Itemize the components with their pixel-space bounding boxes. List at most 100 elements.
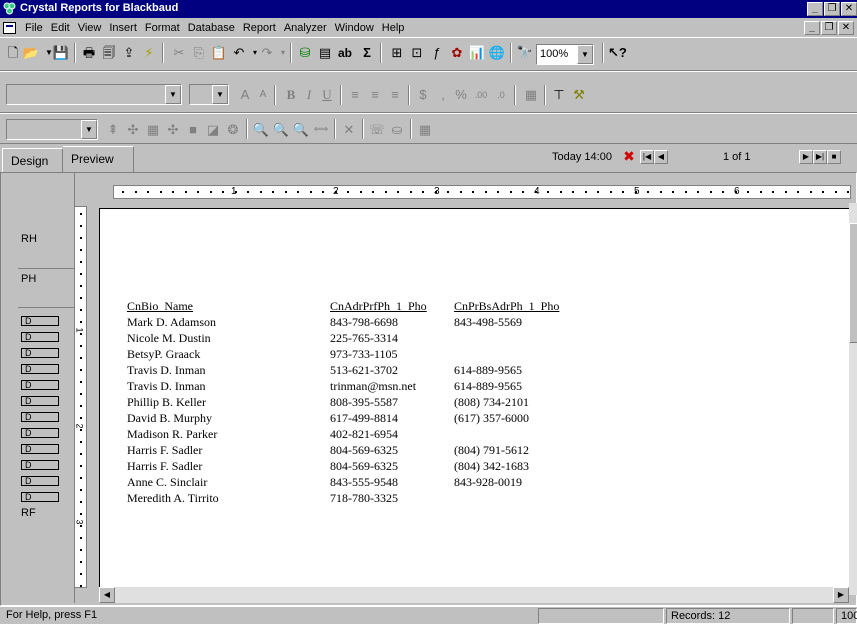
highlight-icon[interactable]: ✿ bbox=[448, 44, 466, 62]
map-icon[interactable]: 🌐 bbox=[488, 44, 506, 62]
detail-marker[interactable]: D bbox=[21, 444, 59, 454]
cell-name[interactable]: Travis D. Inman bbox=[127, 363, 206, 378]
table-row[interactable]: Harris F. Sadler 804-569-6325 (804) 791-56… bbox=[100, 443, 849, 459]
find-icon[interactable]: 🔭 bbox=[516, 44, 534, 62]
select-expert-icon[interactable]: ⊡ bbox=[408, 44, 426, 62]
chevron-down-icon[interactable]: ▼ bbox=[165, 85, 181, 104]
print-preview-icon[interactable]: 🗐 bbox=[100, 44, 118, 62]
detail-marker[interactable]: D bbox=[21, 428, 59, 438]
table-row[interactable]: Madison R. Parker 402-821-6954 bbox=[100, 427, 849, 443]
menu-view[interactable]: View bbox=[74, 22, 106, 34]
tree-icon[interactable]: ⊤ bbox=[550, 86, 568, 104]
print-icon[interactable]: 🖶 bbox=[80, 44, 98, 62]
chevron-down-icon[interactable]: ▼ bbox=[81, 120, 97, 139]
tab-preview[interactable]: Preview bbox=[63, 146, 134, 172]
zoom-out-icon[interactable]: 🔍 bbox=[292, 121, 310, 139]
cell-name[interactable]: Anne C. Sinclair bbox=[127, 475, 207, 490]
close-button[interactable]: ✕ bbox=[841, 2, 857, 16]
zoom-icon[interactable]: 🔍 bbox=[252, 121, 270, 139]
cell-preferred-phone[interactable]: 843-798-6698 bbox=[330, 315, 398, 330]
insert-crosstab-icon[interactable]: ▦ bbox=[144, 121, 162, 139]
cell-preferred-phone[interactable]: 843-555-9548 bbox=[330, 475, 398, 490]
style-select[interactable]: ▼ bbox=[6, 119, 98, 140]
insert-picture-icon[interactable]: ❂ bbox=[224, 121, 242, 139]
column-header-name[interactable]: CnBio_Name bbox=[127, 299, 193, 314]
detail-marker[interactable]: D bbox=[21, 492, 59, 502]
cell-preferred-phone[interactable]: 718-780-3325 bbox=[330, 491, 398, 506]
previous-page-icon[interactable]: ◀ bbox=[654, 150, 668, 164]
help-icon[interactable]: ↖? bbox=[608, 44, 627, 62]
text-object-icon[interactable]: ab bbox=[336, 44, 354, 62]
column-header-preferred-phone[interactable]: CnAdrPrfPh_1_Pho bbox=[330, 299, 427, 314]
detail-marker[interactable]: D bbox=[21, 348, 59, 358]
table-row[interactable]: BetsyP. Graack 973-733-1105 bbox=[100, 347, 849, 363]
formula-icon[interactable]: ƒ bbox=[428, 44, 446, 62]
cell-business-phone[interactable]: (804) 791-5612 bbox=[454, 443, 529, 458]
group-icon[interactable]: ⊞ bbox=[388, 44, 406, 62]
cell-business-phone[interactable]: 843-928-0019 bbox=[454, 475, 522, 490]
decrease-decimal-icon[interactable]: .0 bbox=[492, 86, 510, 104]
cell-preferred-phone[interactable]: 804-569-6325 bbox=[330, 443, 398, 458]
detail-marker[interactable]: D bbox=[21, 364, 59, 374]
scroll-left-icon[interactable]: ◀ bbox=[99, 587, 115, 603]
insert-subreport-icon[interactable]: ✣ bbox=[164, 121, 182, 139]
font-select[interactable]: ▼ bbox=[6, 84, 182, 105]
cell-name[interactable]: Travis D. Inman bbox=[127, 379, 206, 394]
query-icon[interactable]: ⛀ bbox=[388, 121, 406, 139]
scroll-right-icon[interactable]: ▶ bbox=[833, 587, 849, 603]
doc-restore-button[interactable]: ❐ bbox=[821, 21, 837, 35]
save-icon[interactable]: 💾 bbox=[52, 44, 70, 62]
tab-design[interactable]: Design bbox=[2, 148, 63, 172]
menu-report[interactable]: Report bbox=[239, 22, 280, 34]
table-row[interactable]: Nicole M. Dustin 225-765-3314 bbox=[100, 331, 849, 347]
menu-database[interactable]: Database bbox=[184, 22, 239, 34]
next-page-icon[interactable]: ▶ bbox=[799, 150, 813, 164]
align-left-icon[interactable]: ≡ bbox=[346, 86, 364, 104]
zoom-select[interactable]: 100% ▼ bbox=[536, 44, 594, 65]
tools-icon[interactable]: ⚒ bbox=[570, 86, 588, 104]
new-icon[interactable]: 🗋 bbox=[4, 44, 22, 62]
sum-icon[interactable]: Σ bbox=[358, 44, 376, 62]
cell-name[interactable]: Harris F. Sadler bbox=[127, 459, 202, 474]
italic-icon[interactable]: I bbox=[300, 86, 318, 104]
copy-icon[interactable]: ⎘ bbox=[190, 44, 208, 62]
menu-insert[interactable]: Insert bbox=[105, 22, 141, 34]
cell-name[interactable]: Mark D. Adamson bbox=[127, 315, 216, 330]
menu-edit[interactable]: Edit bbox=[47, 22, 74, 34]
vertical-scrollbar[interactable] bbox=[849, 203, 857, 595]
align-right-icon[interactable]: ≡ bbox=[386, 86, 404, 104]
cell-preferred-phone[interactable]: 617-499-8814 bbox=[330, 411, 398, 426]
thousands-icon[interactable]: , bbox=[434, 86, 452, 104]
cell-preferred-phone[interactable]: 513-621-3702 bbox=[330, 363, 398, 378]
field-icon[interactable]: ▤ bbox=[316, 44, 334, 62]
detail-marker[interactable]: D bbox=[21, 412, 59, 422]
detail-marker[interactable]: D bbox=[21, 380, 59, 390]
detail-marker[interactable]: D bbox=[21, 332, 59, 342]
detail-marker[interactable]: D bbox=[21, 396, 59, 406]
currency-icon[interactable]: $ bbox=[414, 86, 432, 104]
column-header-business-phone[interactable]: CnPrBsAdrPh_1_Pho bbox=[454, 299, 559, 314]
zoom-in-icon[interactable]: 🔍 bbox=[272, 121, 290, 139]
cell-name[interactable]: Meredith A. Tirrito bbox=[127, 491, 219, 506]
cut-icon[interactable]: ✂ bbox=[170, 44, 188, 62]
document-icon[interactable] bbox=[3, 21, 16, 34]
insert-line-icon[interactable]: ■ bbox=[184, 121, 202, 139]
stop-icon[interactable]: ✖ bbox=[622, 149, 636, 163]
minimize-button[interactable]: _ bbox=[807, 2, 823, 16]
cell-business-phone[interactable]: 843-498-5569 bbox=[454, 315, 522, 330]
refresh-icon[interactable]: ⚡ bbox=[140, 44, 158, 62]
grid-icon[interactable]: ▦ bbox=[416, 121, 434, 139]
last-page-icon[interactable]: ▶| bbox=[813, 150, 827, 164]
cell-business-phone[interactable]: 614-889-9565 bbox=[454, 363, 522, 378]
cell-preferred-phone[interactable]: 808-395-5587 bbox=[330, 395, 398, 410]
table-row[interactable]: Travis D. Inman trinman@msn.net 614-889-95… bbox=[100, 379, 849, 395]
insert-box-icon[interactable]: ◪ bbox=[204, 121, 222, 139]
report-header-label[interactable]: RH bbox=[21, 233, 37, 245]
cell-business-phone[interactable]: (804) 342-1683 bbox=[454, 459, 529, 474]
horizontal-scrollbar[interactable]: ◀ ▶ bbox=[99, 587, 849, 603]
delete-icon[interactable]: ✕ bbox=[340, 121, 358, 139]
underline-icon[interactable]: U bbox=[318, 86, 336, 104]
bold-icon[interactable]: B bbox=[282, 86, 300, 104]
database-expert-icon[interactable]: ⛁ bbox=[296, 44, 314, 62]
increase-font-icon[interactable]: A bbox=[236, 86, 254, 104]
